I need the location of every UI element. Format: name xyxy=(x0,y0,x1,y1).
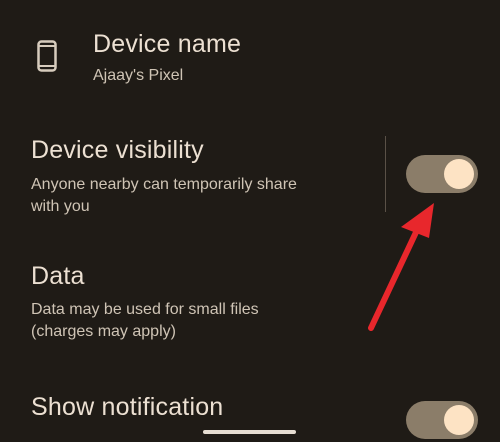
red-arrow-annotation-icon xyxy=(368,203,434,331)
